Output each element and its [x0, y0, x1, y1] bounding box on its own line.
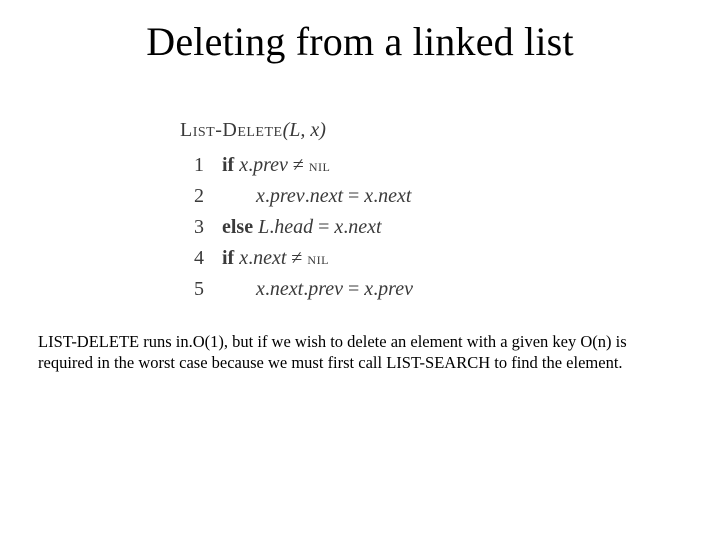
nil: nil	[307, 249, 329, 268]
op-neq: ≠	[288, 154, 309, 176]
field: prev	[270, 185, 305, 207]
line-content: if x.prev ≠ nil	[222, 150, 330, 181]
nil: nil	[309, 156, 331, 175]
field: next	[378, 185, 411, 207]
algorithm-name: List-Delete	[180, 119, 283, 141]
footnote-text: LIST-DELETE runs in.O(1), but if we wish…	[38, 332, 675, 373]
slide-title: Deleting from a linked list	[0, 0, 720, 65]
line-content: x.prev.next = x.next	[222, 181, 411, 212]
var: x	[256, 185, 265, 207]
op-neq: ≠	[286, 247, 307, 269]
var: x	[256, 278, 265, 300]
algorithm-block: List-Delete(L, x) 1 if x.prev ≠ nil 2 x.…	[180, 115, 413, 305]
slide: Deleting from a linked list List-Delete(…	[0, 0, 720, 540]
field: next	[348, 216, 381, 238]
var: x	[334, 216, 343, 238]
line-content: if x.next ≠ nil	[222, 243, 329, 274]
line-number: 1	[180, 150, 204, 181]
line-number: 2	[180, 181, 204, 212]
line-content: x.next.prev = x.prev	[222, 274, 413, 305]
op-eq: =	[343, 278, 364, 300]
kw-if: if	[222, 247, 234, 269]
op-eq: =	[313, 216, 334, 238]
field: prev	[308, 278, 343, 300]
algo-line-4: 4 if x.next ≠ nil	[180, 243, 413, 274]
var: x	[364, 185, 373, 207]
kw-else: else	[222, 216, 253, 238]
field: next	[253, 247, 286, 269]
var: L	[258, 216, 269, 238]
field: next	[270, 278, 303, 300]
field: prev	[378, 278, 413, 300]
field: prev	[253, 154, 288, 176]
algorithm-header: List-Delete(L, x)	[180, 115, 413, 146]
algo-line-3: 3 else L.head = x.next	[180, 212, 413, 243]
algo-line-2: 2 x.prev.next = x.next	[180, 181, 413, 212]
line-number: 5	[180, 274, 204, 305]
var: x	[239, 247, 248, 269]
algorithm-args: (L, x)	[283, 119, 326, 141]
field: next	[310, 185, 343, 207]
line-number: 3	[180, 212, 204, 243]
line-number: 4	[180, 243, 204, 274]
var: x	[239, 154, 248, 176]
algo-line-5: 5 x.next.prev = x.prev	[180, 274, 413, 305]
kw-if: if	[222, 154, 234, 176]
field: head	[274, 216, 313, 238]
algo-line-1: 1 if x.prev ≠ nil	[180, 150, 413, 181]
op-eq: =	[343, 185, 364, 207]
line-content: else L.head = x.next	[222, 212, 382, 243]
var: x	[364, 278, 373, 300]
